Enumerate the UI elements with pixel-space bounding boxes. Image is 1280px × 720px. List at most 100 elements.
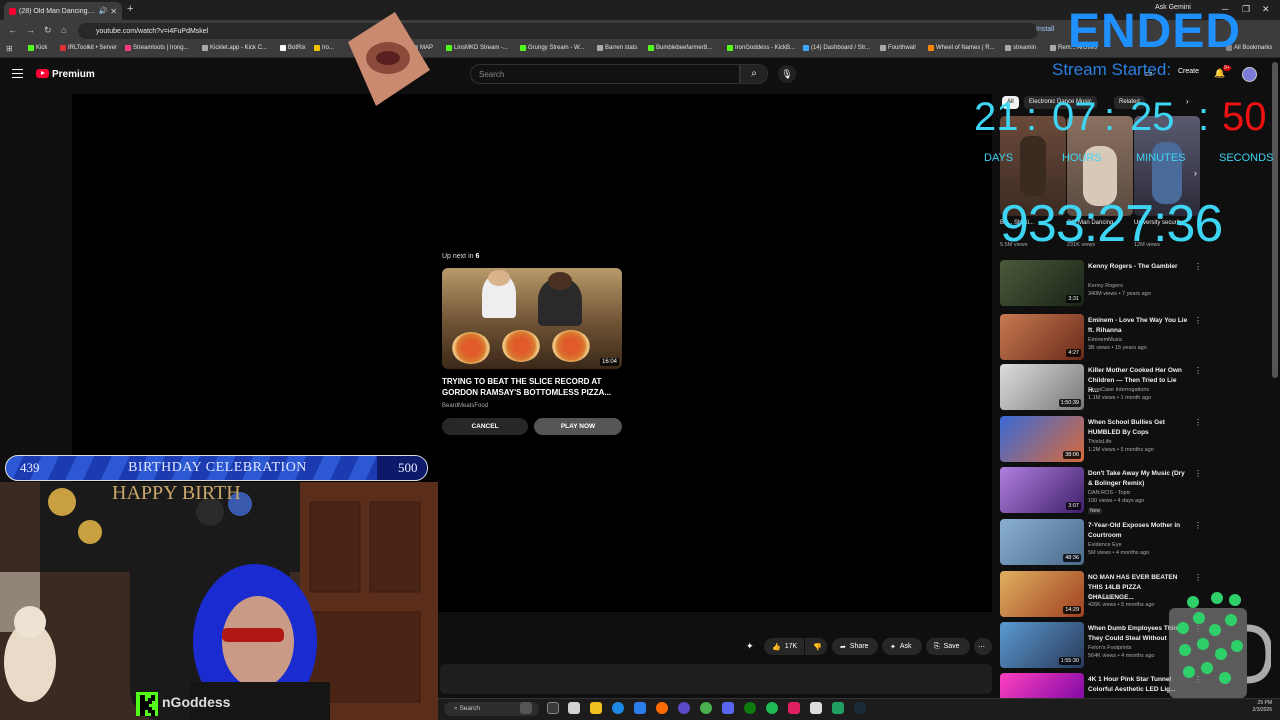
maximize-icon[interactable]: ❐ bbox=[1242, 4, 1250, 15]
obs-icon[interactable] bbox=[678, 702, 690, 714]
firefox-icon[interactable] bbox=[656, 702, 668, 714]
youtube-premium-wordmark[interactable]: Premium bbox=[52, 69, 95, 80]
video-channel[interactable]: EminemMusic bbox=[1088, 337, 1123, 343]
video-title[interactable]: Eminem - Love The Way You Lie ft. Rihann… bbox=[1088, 316, 1188, 336]
reload-icon[interactable]: ↻ bbox=[44, 25, 52, 36]
search-input[interactable]: Search bbox=[470, 64, 740, 84]
bookmark-label: Kick bbox=[36, 45, 48, 51]
video-channel[interactable]: DeepCase Interrogations bbox=[1088, 387, 1149, 393]
video-title[interactable]: When School Bullies Get HUMBLED By Cops bbox=[1088, 418, 1188, 438]
address-bar[interactable]: youtube.com/watch?v=i4FuPdMskel bbox=[78, 23, 1038, 39]
video-channel[interactable]: Evidence Eye bbox=[1088, 542, 1122, 548]
search-icon: ⌕ bbox=[751, 68, 757, 79]
store-icon[interactable] bbox=[634, 702, 646, 714]
video-channel[interactable]: Kenny Rogers bbox=[1088, 283, 1123, 289]
video-thumbnail[interactable]: 14:29 bbox=[1000, 571, 1084, 617]
bookmark-item[interactable]: BotRix bbox=[280, 45, 306, 51]
ask-ai-button[interactable]: ✦ Ask bbox=[882, 638, 922, 655]
like-button[interactable]: 👍 17K bbox=[764, 638, 804, 655]
bookmark-item[interactable]: Bumblebeefarmer8... bbox=[648, 45, 712, 51]
video-channel[interactable]: DAN:ROS - Topic bbox=[1088, 490, 1131, 496]
back-icon[interactable]: ← bbox=[8, 25, 17, 35]
more-vertical-icon[interactable]: ⋮ bbox=[1194, 573, 1202, 582]
bookmark-item[interactable]: Barren stats bbox=[597, 45, 637, 51]
video-channel[interactable]: Scott Eats bbox=[1088, 594, 1113, 600]
more-vertical-icon[interactable]: ⋮ bbox=[1194, 418, 1202, 427]
file-explorer-icon[interactable] bbox=[590, 702, 602, 714]
bookmark-item[interactable]: Kick bbox=[28, 45, 47, 51]
page-scrollbar[interactable] bbox=[1272, 62, 1278, 378]
video-thumbnail[interactable]: 3:07 bbox=[1000, 467, 1084, 513]
more-vertical-icon[interactable]: ⋮ bbox=[1194, 469, 1202, 478]
bookmark-item[interactable]: Streamloots | Irong... bbox=[125, 45, 189, 51]
new-tab-icon[interactable]: + bbox=[127, 3, 133, 15]
video-title[interactable]: Don't Take Away My Music (Dry & Bolinger… bbox=[1088, 469, 1188, 489]
up-next-thumbnail[interactable]: 16:04 bbox=[442, 268, 622, 369]
description-box[interactable] bbox=[440, 664, 992, 694]
video-thumbnail[interactable]: 1:50:39 bbox=[1000, 364, 1084, 410]
account-avatar[interactable] bbox=[1242, 67, 1257, 82]
video-channel[interactable]: ThisIsLife bbox=[1088, 439, 1112, 445]
green-app-icon[interactable] bbox=[832, 702, 844, 714]
video-channel[interactable]: Felon's Footprints bbox=[1088, 645, 1132, 651]
close-tab-icon[interactable]: ✕ bbox=[110, 7, 117, 16]
bookmark-item[interactable]: (14) Dashboard / Str... bbox=[803, 45, 870, 51]
red-app-icon[interactable] bbox=[788, 702, 800, 714]
bookmark-item[interactable]: Iro... bbox=[314, 45, 334, 51]
apps-grid-icon[interactable]: ⊞ bbox=[6, 44, 13, 53]
bookmark-item[interactable]: streamin bbox=[1005, 45, 1036, 51]
cancel-autoplay-button[interactable]: CANCEL bbox=[442, 418, 528, 435]
taskbar-clock[interactable]: 25 PM 2/3/2026 bbox=[1234, 700, 1272, 714]
video-title[interactable]: Kenny Rogers - The Gambler bbox=[1088, 262, 1188, 272]
bookmark-item[interactable]: IronGoddess - KickB... bbox=[727, 45, 795, 51]
bookmark-item[interactable]: Grungy Stream - W... bbox=[520, 45, 584, 51]
install-app-button[interactable]: Install bbox=[1036, 26, 1054, 33]
speaker-icon[interactable]: 🔊 bbox=[99, 7, 108, 15]
up-next-channel[interactable]: BeardMeatsFood bbox=[442, 403, 488, 409]
share-button[interactable]: ➦ Share bbox=[832, 638, 878, 655]
bookmark-item[interactable]: Wheel of Names | R... bbox=[928, 45, 995, 51]
video-title[interactable]: 7-Year-Old Exposes Mother in Courtroom bbox=[1088, 521, 1188, 541]
play-now-button[interactable]: PLAY NOW bbox=[534, 418, 622, 435]
video-thumbnail[interactable]: 48:36 bbox=[1000, 519, 1084, 565]
steam-icon[interactable] bbox=[854, 702, 866, 714]
countdown-minutes: 25 bbox=[1130, 95, 1175, 139]
bookmark-item[interactable]: Kicklet.app - Kick C... bbox=[202, 45, 267, 51]
more-vertical-icon[interactable]: ⋮ bbox=[1194, 316, 1202, 325]
gear-icon[interactable]: ✦ bbox=[746, 641, 754, 652]
video-thumbnail[interactable]: 3:31 bbox=[1000, 260, 1084, 306]
discord-icon[interactable] bbox=[722, 702, 734, 714]
video-thumbnail[interactable]: 4:27 bbox=[1000, 314, 1084, 360]
chrome-icon[interactable] bbox=[700, 702, 712, 714]
more-vertical-icon[interactable]: ⋮ bbox=[1194, 366, 1202, 375]
task-view-icon[interactable] bbox=[520, 702, 532, 714]
close-window-icon[interactable]: ✕ bbox=[1262, 4, 1270, 15]
more-vertical-icon[interactable]: ⋮ bbox=[1194, 521, 1202, 530]
video-thumbnail[interactable]: 1:55:30 bbox=[1000, 622, 1084, 668]
forward-icon[interactable]: → bbox=[26, 25, 35, 35]
bookmark-item[interactable]: IRLToolkit • Server bbox=[60, 45, 117, 51]
more-actions-button[interactable]: ⋯ bbox=[974, 638, 992, 655]
edge-browser-icon[interactable] bbox=[612, 702, 624, 714]
create-button[interactable]: Create bbox=[1178, 68, 1199, 75]
xbox-icon[interactable] bbox=[744, 702, 756, 714]
menu-hamburger-icon[interactable] bbox=[12, 69, 23, 78]
voice-search-button[interactable]: 🎙 bbox=[778, 65, 796, 83]
dislike-button[interactable]: 👎 bbox=[805, 638, 827, 655]
more-vertical-icon[interactable]: ⋮ bbox=[1194, 262, 1202, 271]
browser-tab-youtube[interactable]: (28) Old Man Dancing to K... 🔊 ✕ bbox=[4, 2, 122, 20]
video-thumbnail[interactable]: 38:06 bbox=[1000, 416, 1084, 462]
settings-gear-icon[interactable] bbox=[810, 702, 822, 714]
search-button[interactable]: ⌕ bbox=[740, 64, 768, 84]
up-next-title[interactable]: TRYING TO BEAT THE SLICE RECORD AT GORDO… bbox=[442, 376, 632, 398]
youtube-logo-icon[interactable] bbox=[36, 69, 49, 78]
shorts-next-chevron-icon[interactable]: › bbox=[1194, 168, 1197, 178]
bookmark-item[interactable]: LinsMKD Stream -... bbox=[446, 45, 508, 51]
save-button[interactable]: ⎘ Save bbox=[926, 638, 970, 655]
chevron-right-icon[interactable]: › bbox=[1186, 97, 1189, 106]
notepad-icon[interactable] bbox=[568, 702, 580, 714]
home-icon[interactable]: ⌂ bbox=[61, 25, 66, 35]
explorer-icon[interactable] bbox=[547, 702, 559, 714]
bookmark-item[interactable]: Fourthwall bbox=[880, 45, 916, 51]
spotify-icon[interactable] bbox=[766, 702, 778, 714]
